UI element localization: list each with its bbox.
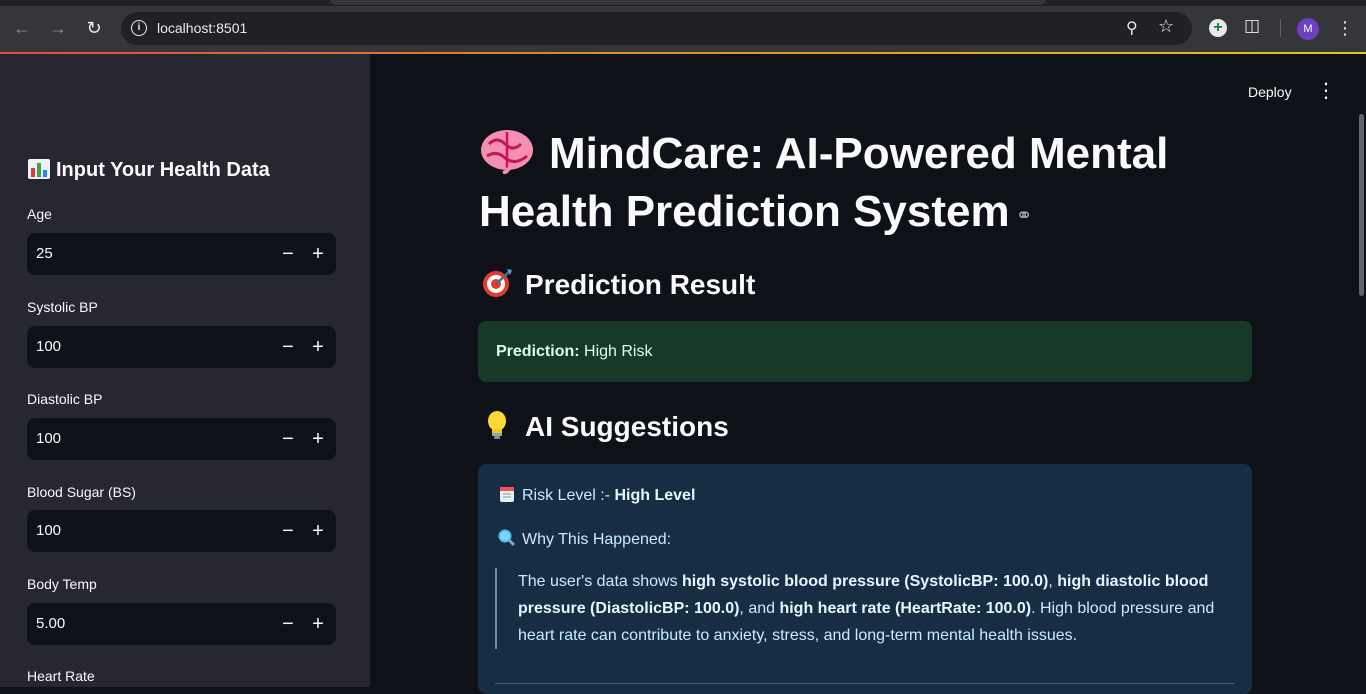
lightbulb-icon	[488, 411, 506, 439]
browser-menu-icon[interactable]: ⋮	[1336, 16, 1354, 40]
risk-level-label: Risk Level :-	[522, 487, 611, 504]
prediction-result-box: Prediction: High Risk	[478, 321, 1252, 382]
age-input[interactable]: 25 − +	[27, 233, 336, 275]
tab-strip	[0, 0, 1366, 6]
age-increment-button[interactable]: +	[305, 241, 331, 267]
body-temp-label: Body Temp	[27, 576, 97, 592]
explanation-systolic: high systolic blood pressure (SystolicBP…	[682, 573, 1049, 590]
systolic-bp-label: Systolic BP	[27, 299, 98, 315]
active-tab[interactable]	[330, 0, 1046, 5]
blood-sugar-label: Blood Sugar (BS)	[27, 484, 136, 500]
main-scrollbar[interactable]	[1359, 114, 1364, 296]
url-text[interactable]: localhost:8501	[157, 20, 247, 36]
forward-button[interactable]: →	[46, 16, 70, 40]
profile-avatar[interactable]: M	[1297, 18, 1319, 40]
back-button[interactable]: ←	[10, 16, 34, 40]
systolic-bp-increment-button[interactable]: +	[305, 334, 331, 360]
toolbar-divider	[1280, 19, 1281, 37]
deploy-button[interactable]: Deploy	[1240, 80, 1300, 104]
sidebar-title-text: Input Your Health Data	[56, 159, 270, 181]
extensions-puzzle-icon[interactable]: ◫	[1244, 16, 1260, 36]
calendar-icon	[500, 487, 514, 502]
explanation-text-1: The user's data shows	[518, 573, 683, 590]
systolic-bp-decrement-button[interactable]: −	[275, 334, 301, 360]
explanation-text-3: , and	[739, 600, 780, 617]
main-menu-icon[interactable]: ⋮	[1316, 78, 1336, 103]
prediction-heading: Prediction Result	[481, 268, 755, 301]
diastolic-bp-increment-button[interactable]: +	[305, 426, 331, 452]
age-value[interactable]: 25	[36, 245, 53, 262]
bookmark-star-icon[interactable]: ☆	[1158, 16, 1174, 37]
ai-suggestions-box: Risk Level :- High Level Why This Happen…	[478, 464, 1252, 694]
sidebar: Input Your Health Data Age 25 − + Systol…	[0, 54, 370, 687]
systolic-bp-value[interactable]: 100	[36, 338, 61, 355]
blood-sugar-decrement-button[interactable]: −	[275, 518, 301, 544]
prediction-value: High Risk	[584, 343, 653, 360]
body-temp-value[interactable]: 5.00	[36, 615, 65, 632]
magnifier-icon	[498, 529, 516, 547]
explanation-blockquote: The user's data shows high systolic bloo…	[495, 568, 1225, 649]
explanation-heart-rate: high heart rate (HeartRate: 100.0)	[779, 600, 1032, 617]
blood-sugar-value[interactable]: 100	[36, 522, 61, 539]
zoom-icon[interactable]: ⚲	[1126, 18, 1138, 38]
sidebar-title: Input Your Health Data	[28, 159, 270, 182]
blood-sugar-increment-button[interactable]: +	[305, 518, 331, 544]
age-label: Age	[27, 206, 52, 222]
brain-icon	[481, 130, 533, 174]
address-bar[interactable]: i localhost:8501 ⚲ ☆	[121, 12, 1192, 45]
suggestions-heading-text: AI Suggestions	[525, 411, 729, 442]
reload-button[interactable]: ↻	[82, 16, 106, 40]
title-line-2: Health Prediction System	[479, 187, 1010, 236]
bar-chart-icon	[28, 159, 50, 179]
diastolic-bp-decrement-button[interactable]: −	[275, 426, 301, 452]
risk-level-line: Risk Level :- High Level	[498, 485, 695, 505]
risk-level-value: High Level	[614, 487, 696, 504]
explanation-text-2: ,	[1048, 573, 1058, 590]
divider	[495, 683, 1235, 684]
suggestions-heading: AI Suggestions	[481, 410, 729, 443]
diastolic-bp-label: Diastolic BP	[27, 391, 103, 407]
extension-plus-icon[interactable]: +	[1209, 19, 1227, 37]
title-line-1: MindCare: AI-Powered Mental	[549, 129, 1169, 178]
systolic-bp-input[interactable]: 100 − +	[27, 326, 336, 368]
target-icon	[483, 269, 512, 297]
diastolic-bp-input[interactable]: 100 − +	[27, 418, 336, 460]
body-temp-decrement-button[interactable]: −	[275, 611, 301, 637]
body-temp-increment-button[interactable]: +	[305, 611, 331, 637]
prediction-text: Prediction: High Risk	[496, 343, 652, 361]
diastolic-bp-value[interactable]: 100	[36, 430, 61, 447]
blood-sugar-input[interactable]: 100 − +	[27, 510, 336, 552]
prediction-label: Prediction:	[496, 343, 580, 360]
body-temp-input[interactable]: 5.00 − +	[27, 603, 336, 645]
age-decrement-button[interactable]: −	[275, 241, 301, 267]
why-label: Why This Happened:	[522, 531, 672, 548]
site-info-icon[interactable]: i	[131, 20, 147, 36]
browser-toolbar: ← → ↻ i localhost:8501 ⚲ ☆ + ◫ M ⋮	[0, 0, 1366, 54]
anchor-link-icon[interactable]: ⚭	[1016, 205, 1033, 227]
prediction-heading-text: Prediction Result	[525, 269, 756, 300]
page-title: MindCare: AI-Powered Mental Health Predi…	[479, 125, 1239, 245]
heart-rate-label: Heart Rate	[27, 668, 95, 684]
why-line: Why This Happened:	[498, 529, 671, 549]
